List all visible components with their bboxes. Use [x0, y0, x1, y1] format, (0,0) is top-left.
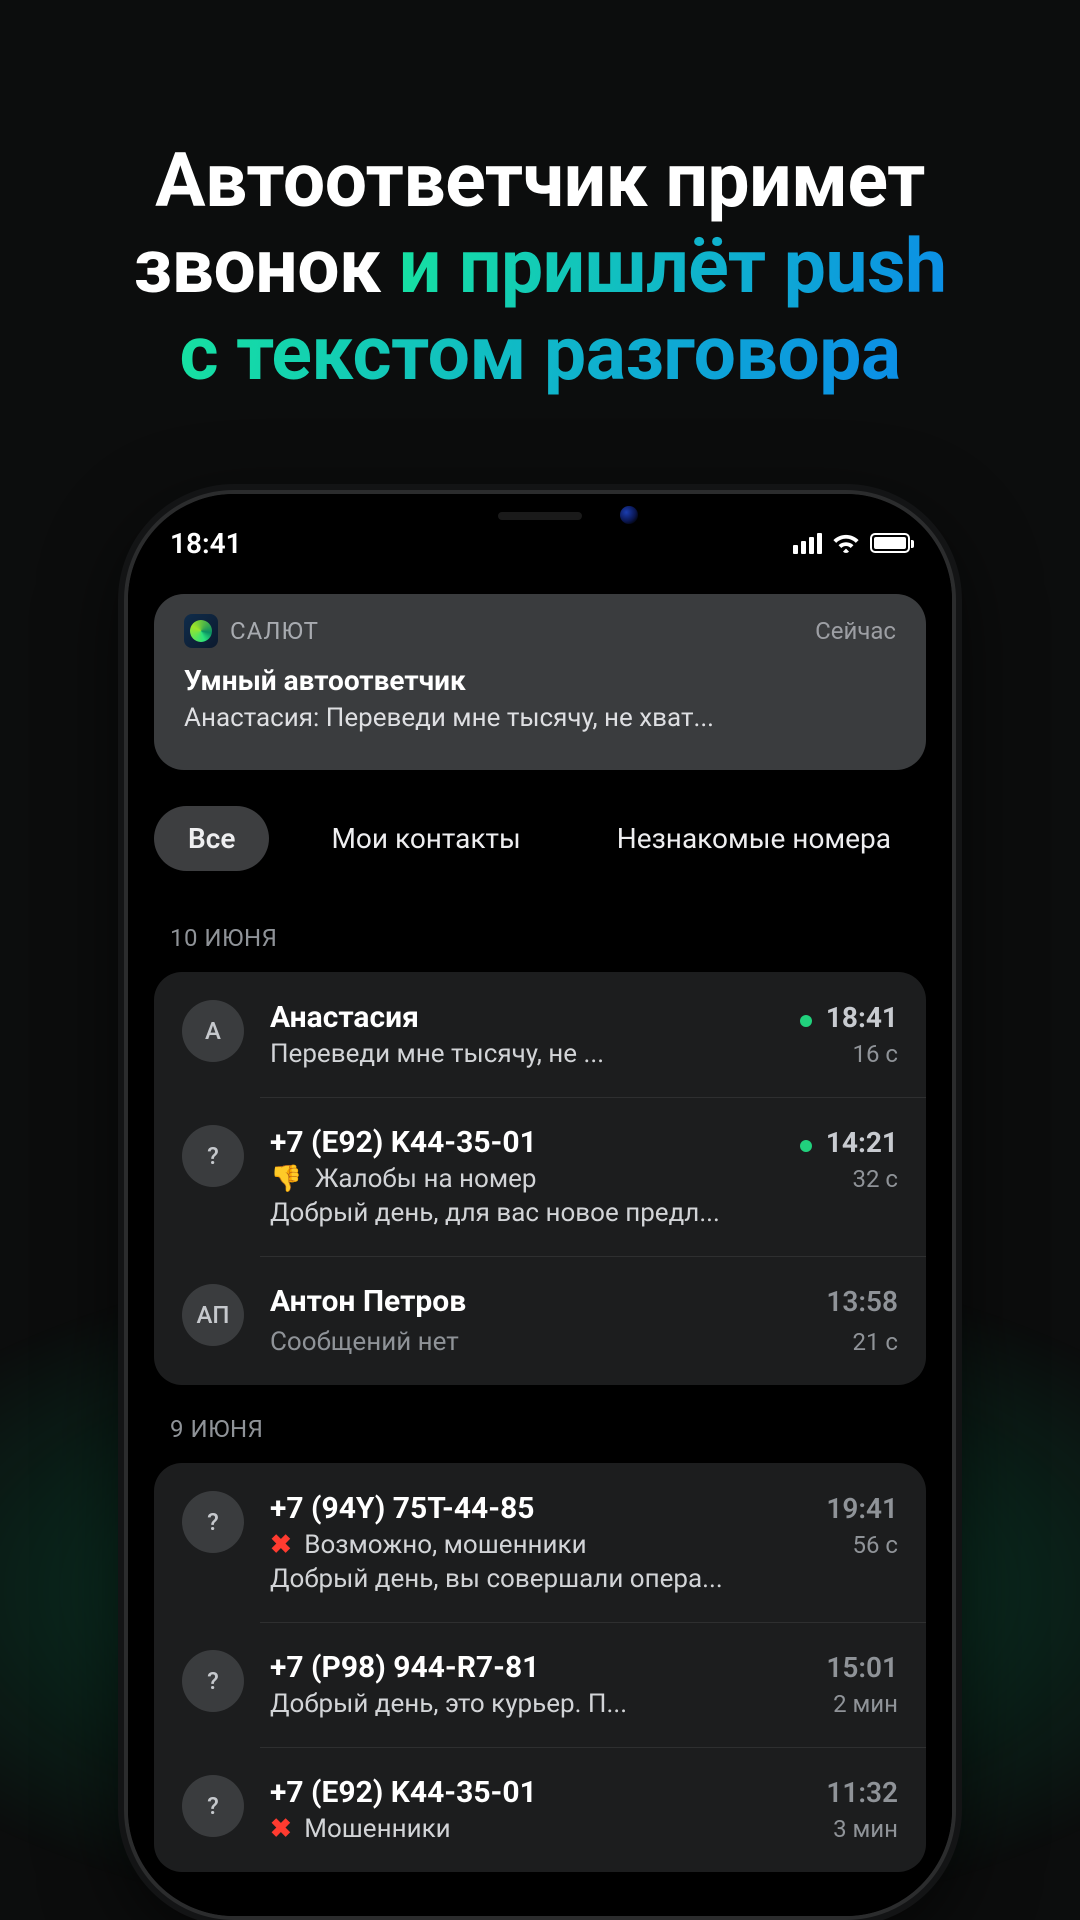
calls-list[interactable]: 10 ИЮНЯ А Анастасия 18:41 Переведи мне тыся… — [154, 914, 926, 1916]
battery-icon — [870, 533, 910, 553]
call-row[interactable]: ? +7 (E92) K44-35-01 11:32 ✖ Мошенники 3 мин — [154, 1747, 926, 1872]
avatar: ? — [182, 1775, 244, 1837]
tab-unknown[interactable]: Незнакомые номера — [583, 806, 925, 871]
avatar: ? — [182, 1125, 244, 1187]
unread-dot-icon — [800, 1015, 812, 1027]
call-time: 11:32 — [826, 1776, 898, 1809]
avatar: А — [182, 1000, 244, 1062]
x-mark-icon: ✖ — [270, 1530, 292, 1560]
push-app-icon — [184, 614, 218, 648]
call-title: +7 (94Y) 75T-44-85 — [270, 1491, 535, 1526]
call-row[interactable]: А Анастасия 18:41 Переведи мне тысячу, не … — [154, 972, 926, 1097]
call-duration: 3 мин — [833, 1815, 898, 1843]
call-tag: ✖ Мошенники — [270, 1814, 451, 1844]
call-preview: Добрый день, для вас новое предл... — [270, 1198, 898, 1228]
call-title: Анастасия — [270, 1000, 419, 1035]
push-app-label: САЛЮТ — [230, 617, 319, 645]
call-time: 13:58 — [826, 1285, 898, 1318]
call-row[interactable]: АП Антон Петров 13:58 Сообщений нет 21 с — [154, 1256, 926, 1385]
call-duration: 21 с — [853, 1328, 899, 1356]
headline-line1: Автоответчик примет — [155, 137, 925, 225]
thumbs-down-icon: 👎 — [270, 1164, 302, 1194]
call-duration: 2 мин — [833, 1690, 898, 1718]
headline-line3-color: с текстом разговора — [179, 310, 900, 398]
call-time: 15:01 — [826, 1651, 898, 1684]
call-title: +7 (E92) K44-35-01 — [270, 1775, 537, 1810]
filter-tabs: Все Мои контакты Незнакомые номера — [154, 806, 952, 871]
call-row[interactable]: ? +7 (94Y) 75T-44-85 19:41 ✖ Возможно, моше… — [154, 1463, 926, 1622]
headline-line2-color: и пришлёт push — [399, 223, 947, 311]
tab-contacts[interactable]: Мои контакты — [297, 806, 554, 871]
avatar: ? — [182, 1491, 244, 1553]
push-title: Умный автоответчик — [184, 664, 896, 697]
phone-screen: 18:41 САЛЮТ Сейчас Умный автоответчик Ан… — [128, 494, 952, 1916]
call-tag: ✖ Возможно, мошенники — [270, 1530, 587, 1560]
calls-group: ? +7 (94Y) 75T-44-85 19:41 ✖ Возможно, моше… — [154, 1463, 926, 1872]
call-row[interactable]: ? +7 (P98) 944-R7-81 15:01 Добрый день, эт… — [154, 1622, 926, 1747]
cellular-icon — [793, 533, 822, 554]
call-tag: Добрый день, это курьер. П... — [270, 1689, 627, 1719]
call-row[interactable]: ? +7 (E92) K44-35-01 14:21 👎 Жалобы на номе… — [154, 1097, 926, 1256]
x-mark-icon: ✖ — [270, 1814, 292, 1844]
call-title: Антон Петров — [270, 1284, 466, 1319]
phone-notch — [390, 494, 690, 538]
call-title: +7 (P98) 944-R7-81 — [270, 1650, 539, 1685]
call-preview: Добрый день, вы совершали опера... — [270, 1564, 898, 1594]
marketing-headline: Автоответчик примет звонок и пришлёт pus… — [0, 138, 1080, 397]
push-body: Анастасия: Переведи мне тысячу, не хват.… — [184, 703, 896, 733]
call-time: 14:21 — [826, 1126, 898, 1159]
call-tag: Переведи мне тысячу, не ... — [270, 1039, 604, 1069]
unread-dot-icon — [800, 1140, 812, 1152]
call-time: 18:41 — [826, 1001, 898, 1034]
phone-mock: 18:41 САЛЮТ Сейчас Умный автоответчик Ан… — [124, 490, 956, 1920]
call-duration: 32 с — [853, 1165, 899, 1193]
status-time: 18:41 — [170, 527, 242, 560]
call-duration: 56 с — [853, 1531, 899, 1559]
push-time-label: Сейчас — [815, 617, 896, 645]
avatar: АП — [182, 1284, 244, 1346]
call-time: 19:41 — [826, 1492, 898, 1525]
avatar: ? — [182, 1650, 244, 1712]
call-duration: 16 с — [853, 1040, 899, 1068]
headline-line2-white: звонок — [134, 223, 381, 311]
date-header: 9 ИЮНЯ — [170, 1415, 926, 1443]
call-title: +7 (E92) K44-35-01 — [270, 1125, 537, 1160]
tab-all[interactable]: Все — [154, 806, 269, 871]
wifi-icon — [832, 532, 860, 554]
call-tag: Сообщений нет — [270, 1327, 459, 1357]
call-tag: 👎 Жалобы на номер — [270, 1164, 537, 1194]
calls-group: А Анастасия 18:41 Переведи мне тысячу, не … — [154, 972, 926, 1385]
date-header: 10 ИЮНЯ — [170, 924, 926, 952]
push-notification[interactable]: САЛЮТ Сейчас Умный автоответчик Анастаси… — [154, 594, 926, 770]
